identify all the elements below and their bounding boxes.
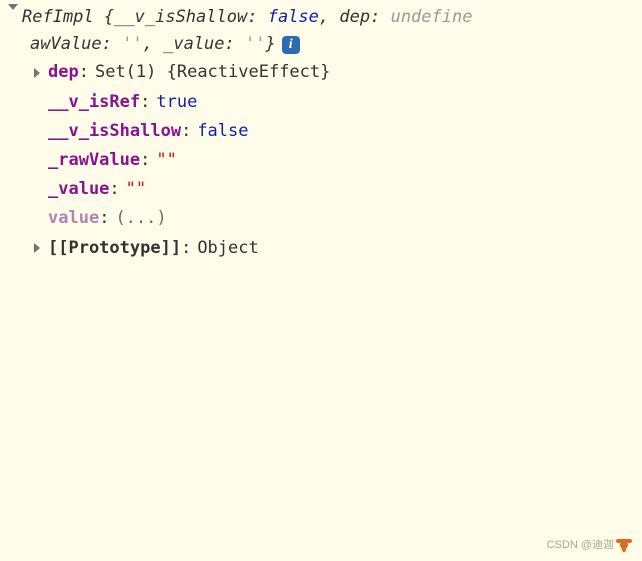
prop-dep[interactable]: dep: Set(1) {ReactiveEffect} <box>34 58 642 87</box>
console-output: RefImpl {__v_isShallow: false, dep: unde… <box>0 0 642 263</box>
prop-isshallow[interactable]: __v_isShallow: false <box>34 117 642 146</box>
prop-rawvalue[interactable]: _rawValue: "" <box>34 146 642 175</box>
expand-toggle-dep[interactable] <box>34 68 48 78</box>
object-summary-line2: awValue: '', _value: ''} i <box>8 31 642 58</box>
prop-getter-value[interactable]: value: (...) <box>34 204 642 233</box>
prop-isref[interactable]: __v_isRef: true <box>34 88 642 117</box>
object-summary-line1[interactable]: RefImpl {__v_isShallow: false, dep: unde… <box>8 4 642 31</box>
chevron-right-icon <box>34 243 40 253</box>
prop-prototype[interactable]: [[Prototype]]: Object <box>34 234 642 263</box>
prop-value[interactable]: _value: "" <box>34 175 642 204</box>
info-icon[interactable]: i <box>282 36 300 54</box>
class-name: RefImpl <box>22 7 94 27</box>
expand-toggle-proto[interactable] <box>34 243 48 253</box>
watermark: CSDN @迪迦 <box>547 537 632 555</box>
watermark-text: CSDN @迪迦 <box>547 537 614 555</box>
object-properties: dep: Set(1) {ReactiveEffect} __v_isRef: … <box>8 58 642 262</box>
expand-toggle-root[interactable] <box>8 4 22 10</box>
chevron-down-icon <box>8 4 18 10</box>
person-icon <box>616 541 632 552</box>
chevron-right-icon <box>34 68 40 78</box>
summary-text: RefImpl {__v_isShallow: false, dep: unde… <box>22 4 642 31</box>
